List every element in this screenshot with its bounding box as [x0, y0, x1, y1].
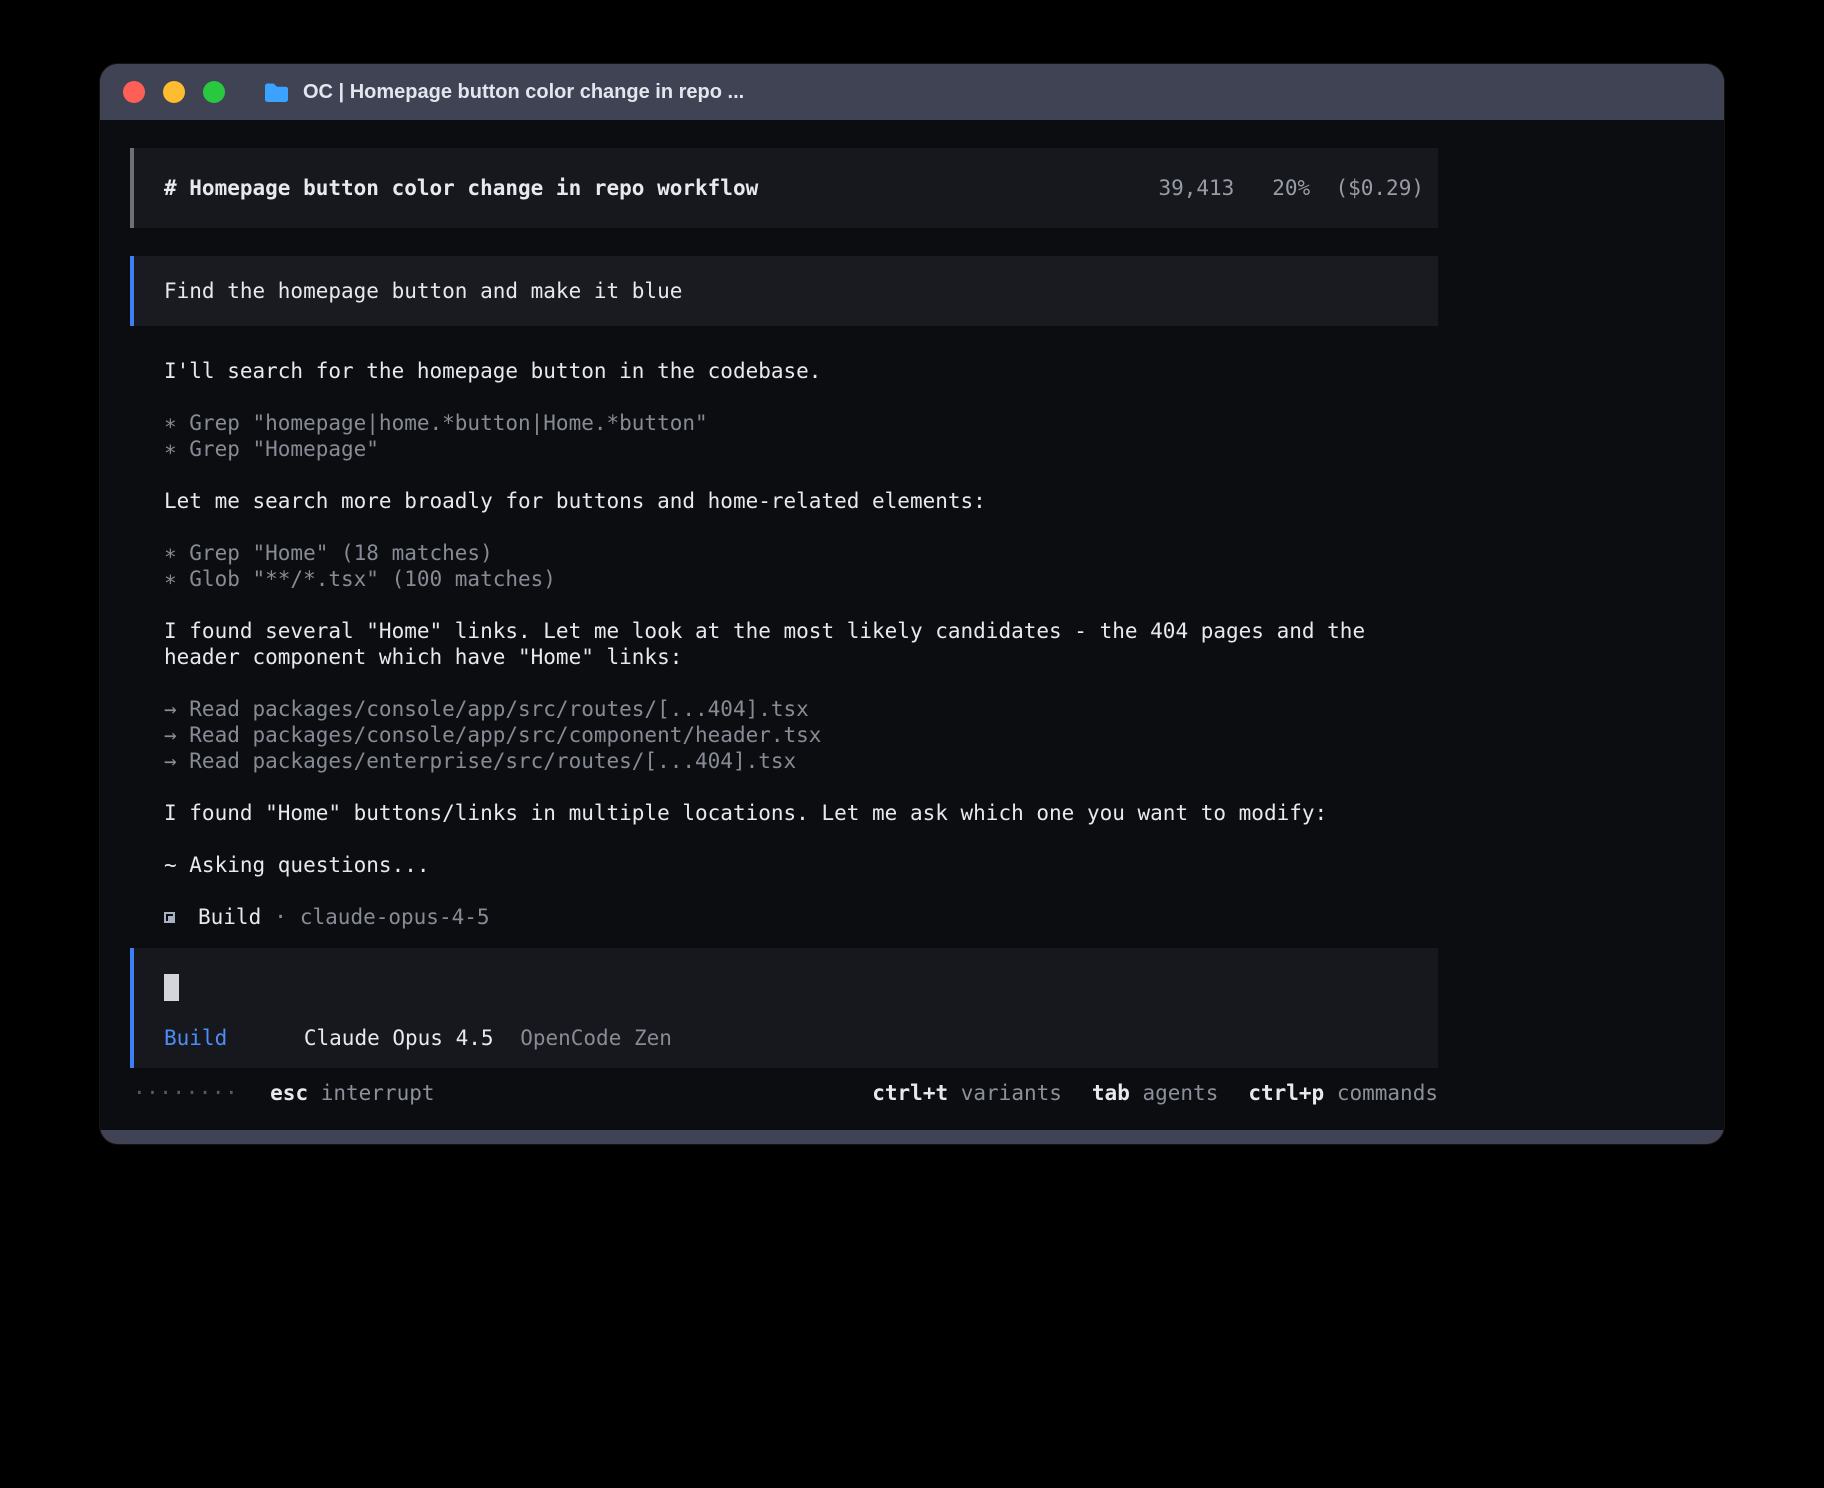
close-button[interactable] [123, 81, 145, 103]
tool-call-line: ∗ Grep "Home" (18 matches) [164, 540, 1434, 566]
assistant-message: I'll search for the homepage button in t… [130, 358, 1438, 384]
variants-hint: ctrl+t variants [872, 1080, 1062, 1106]
titlebar[interactable]: OC | Homepage button color change in rep… [100, 64, 1724, 120]
prompt-input[interactable]: Build Claude Opus 4.5 OpenCode Zen [130, 948, 1438, 1068]
user-message-block: Find the homepage button and make it blu… [130, 256, 1438, 326]
assistant-status-message: ~ Asking questions... [130, 852, 1438, 878]
session-cost: ($0.29) [1335, 176, 1424, 200]
input-footer: Build Claude Opus 4.5 OpenCode Zen [164, 1025, 1418, 1051]
variants-label: variants [961, 1081, 1062, 1105]
agent-status-line: Build · claude-opus-4-5 [130, 904, 1438, 930]
tool-call-group: ∗ Grep "homepage|home.*button|Home.*butt… [130, 410, 1438, 462]
ctrl-t-key: ctrl+t [872, 1081, 948, 1105]
agent-model: claude-opus-4-5 [300, 904, 490, 930]
esc-key: esc [270, 1081, 308, 1105]
text-cursor [164, 974, 179, 1001]
agents-label: agents [1142, 1081, 1218, 1105]
terminal-window: OC | Homepage button color change in rep… [100, 64, 1724, 1144]
tool-call-group: → Read packages/console/app/src/routes/[… [130, 696, 1438, 774]
session-stats: 39,413 20% ($0.29) [1158, 175, 1424, 201]
terminal-content: # Homepage button color change in repo w… [100, 120, 1724, 1130]
minimize-button[interactable] [163, 81, 185, 103]
tab-key: tab [1092, 1081, 1130, 1105]
window-title: OC | Homepage button color change in rep… [303, 81, 744, 104]
spinner-dots: ········ [133, 1080, 238, 1106]
tool-call-line: → Read packages/console/app/src/routes/[… [164, 696, 1434, 722]
session-title: # Homepage button color change in repo w… [164, 175, 758, 201]
agents-hint: tab agents [1092, 1080, 1218, 1106]
tool-call-group: ∗ Grep "Home" (18 matches) ∗ Glob "**/*.… [130, 540, 1438, 592]
input-provider-label: OpenCode Zen [520, 1026, 672, 1050]
assistant-message: I found "Home" buttons/links in multiple… [130, 800, 1438, 826]
status-bar: ········ esc interrupt ctrl+t variants tab… [130, 1080, 1438, 1106]
status-bar-right: ctrl+t variants tab agents ctrl+p commands [872, 1080, 1438, 1106]
commands-hint: ctrl+p commands [1248, 1080, 1438, 1106]
interrupt-label: interrupt [321, 1081, 435, 1105]
token-count: 39,413 [1158, 176, 1234, 200]
user-message-text: Find the homepage button and make it blu… [164, 278, 682, 304]
session-header: # Homepage button color change in repo w… [130, 148, 1438, 228]
agent-name: Build [198, 904, 261, 930]
input-mode-label[interactable]: Build [164, 1026, 227, 1050]
assistant-message: Let me search more broadly for buttons a… [130, 488, 1438, 514]
assistant-message: I found several "Home" links. Let me loo… [130, 618, 1438, 670]
commands-label: commands [1337, 1081, 1438, 1105]
tool-call-line: ∗ Grep "Homepage" [164, 436, 1434, 462]
interrupt-hint: esc interrupt [270, 1080, 434, 1106]
build-agent-icon [164, 912, 175, 923]
tool-call-line: ∗ Grep "homepage|home.*button|Home.*butt… [164, 410, 1434, 436]
input-model-label[interactable]: Claude Opus 4.5 [304, 1026, 494, 1050]
desktop-background: OC | Homepage button color change in rep… [0, 0, 1824, 1488]
zoom-button[interactable] [203, 81, 225, 103]
agent-separator: · [274, 904, 287, 930]
tool-call-line: → Read packages/enterprise/src/routes/[.… [164, 748, 1434, 774]
context-percent: 20% [1272, 176, 1310, 200]
ctrl-p-key: ctrl+p [1248, 1081, 1324, 1105]
tool-call-line: → Read packages/console/app/src/componen… [164, 722, 1434, 748]
folder-icon [263, 81, 290, 104]
tool-call-line: ∗ Glob "**/*.tsx" (100 matches) [164, 566, 1434, 592]
